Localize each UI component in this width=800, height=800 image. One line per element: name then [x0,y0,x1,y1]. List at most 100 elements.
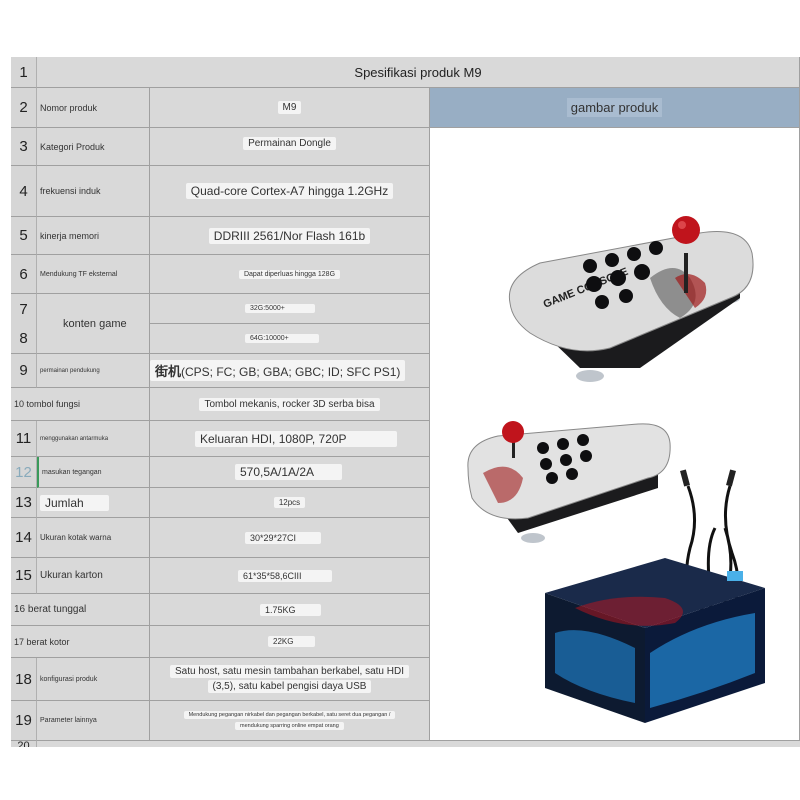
product-image-cell: GAME CONSOLE [430,128,800,741]
value-cell: M9 [150,88,430,128]
row-number: 9 [11,354,37,388]
value-cell: Dapat diperluas hingga 128G [150,255,430,294]
row-number: 12 [11,457,37,488]
row-number: 14 [11,518,37,558]
label-cell: konfigurasi produk [37,658,150,701]
value-text: Satu host, satu mesin tambahan berkabel,… [169,665,409,678]
row-number: 11 [11,421,37,457]
value-text: DDRIII 2561/Nor Flash 161b [208,227,371,244]
row-number: 1 [11,57,37,88]
label-cell: Mendukung TF eksternal [37,255,150,294]
value-text: 61*35*58,6CIII [238,569,332,582]
label-text: kinerja memori [40,230,100,241]
row-number: 7 [11,294,37,324]
retail-box-image [545,558,765,723]
sheet-title: Spesifikasi produk M9 [354,64,482,80]
label-cell: permainan pendukung [37,354,150,388]
label-text: Kategori Produk [40,141,105,152]
label-cell: Kategori Produk [37,128,150,166]
label-text: konfigurasi produk [40,675,98,683]
value-cell: Satu host, satu mesin tambahan berkabel,… [150,658,430,701]
value-bold-text: 街机 [155,364,182,379]
value-text-rest: (CPS; FC; GB; GBA; GBC; ID; SFC PS1) [181,365,401,379]
value-text: 64G:10000+ [245,334,319,343]
value-text: Quad-core Cortex-A7 hingga 1.2GHz [185,183,394,199]
value-cell: 30*29*27CI [150,518,430,558]
label-cell: masukan tegangan [37,457,150,488]
label-text: 17 berat kotor [14,636,70,647]
row-number: 13 [11,488,37,518]
label-cell: 10 tombol fungsi [11,388,150,421]
value-cell: Mendukung pegangan nirkabel dan pegangan… [150,701,430,741]
value-cell: 12pcs [150,488,430,518]
label-text: permainan pendukung [40,367,100,374]
value-text: Dapat diperluas hingga 128G [238,269,341,279]
value-cell: 1.75KG [150,594,430,626]
value-cell: Permainan Dongle [150,128,430,166]
label-cell: menggunakan antarmuka [37,421,150,457]
row-number: 4 [11,166,37,217]
arcade-console-image: GAME CONSOLE [508,216,754,382]
value-text: Keluaran HDI, 1080P, 720P [195,430,397,447]
label-text: 16 berat tunggal [14,604,87,615]
label-text: Ukuran kotak warna [40,533,112,542]
title-cell: Spesifikasi produk M9 [37,57,800,88]
row-number: 18 [11,658,37,701]
row-number: 5 [11,217,37,255]
row-number: 19 [11,701,37,741]
value-cell: 61*35*58,6CIII [150,558,430,594]
value-text: 570,5A/1A/2A [235,464,343,480]
label-cell: Parameter lainnya [37,701,150,741]
value-text-line2: mendukung sparring online empat orang [235,722,344,730]
label-cell: Ukuran kotak warna [37,518,150,558]
label-text: Mendukung TF eksternal [40,270,118,278]
row-number: 8 [11,324,37,354]
value-text: 街机(CPS; FC; GB; GBA; GBC; ID; SFC PS1) [150,360,406,381]
row-number: 3 [11,128,37,166]
label-cell: konten game [37,294,150,354]
label-text: menggunakan antarmuka [40,435,109,442]
label-cell: kinerja memori [37,217,150,255]
value-cell: 64G:10000+ [150,324,430,354]
value-text: 12pcs [273,497,306,508]
label-text: Nomor produk [40,102,98,113]
label-text: Parameter lainnya [40,717,97,724]
label-text: 10 tombol fungsi [14,399,81,409]
arcade-console-image-angle [467,421,671,543]
value-text: 30*29*27CI [245,531,322,544]
row-number: 6 [11,255,37,294]
value-text: Tombol mekanis, rocker 3D serba bisa [199,397,380,411]
label-cell: frekuensi induk [37,166,150,217]
value-text: Permainan Dongle [243,137,336,150]
row-number: 2 [11,88,37,128]
label-cell: Nomor produk [37,88,150,128]
value-text-line2: (3,5), satu kabel pengisi daya USB [207,680,372,693]
label-cell: 17 berat kotor [11,626,150,658]
label-text: Jumlah [40,494,109,511]
spec-sheet: 1 Spesifikasi produk M9 2 Nomor produk M… [11,57,800,747]
value-cell: 32G:5000+ [150,294,430,324]
value-text: M9 [277,101,302,114]
row-number: 15 [11,558,37,594]
value-text: 32G:5000+ [245,304,315,313]
label-text: masukan tegangan [42,468,102,476]
label-cell: 16 berat tunggal [11,594,150,626]
value-cell: 街机(CPS; FC; GB; GBA; GBC; ID; SFC PS1) [150,354,430,388]
value-text: 22KG [268,636,316,647]
label-text: frekuensi induk [40,186,101,196]
value-text: 1.75KG [260,603,321,616]
value-cell: Tombol mekanis, rocker 3D serba bisa [150,388,430,421]
label-text: konten game [63,317,127,330]
image-header-cell: gambar produk [430,88,800,128]
value-cell: DDRIII 2561/Nor Flash 161b [150,217,430,255]
value-cell: 22KG [150,626,430,658]
image-header: gambar produk [566,98,663,117]
value-cell: Keluaran HDI, 1080P, 720P [150,421,430,457]
label-cell: Ukuran karton [37,558,150,594]
label-text: Ukuran karton [40,570,103,581]
row-number: 20 [11,741,37,747]
label-cell: Jumlah [37,488,150,518]
value-cell: Quad-core Cortex-A7 hingga 1.2GHz [150,166,430,217]
value-cell: 570,5A/1A/2A [150,457,430,488]
value-text: Mendukung pegangan nirkabel dan pegangan… [183,711,396,719]
